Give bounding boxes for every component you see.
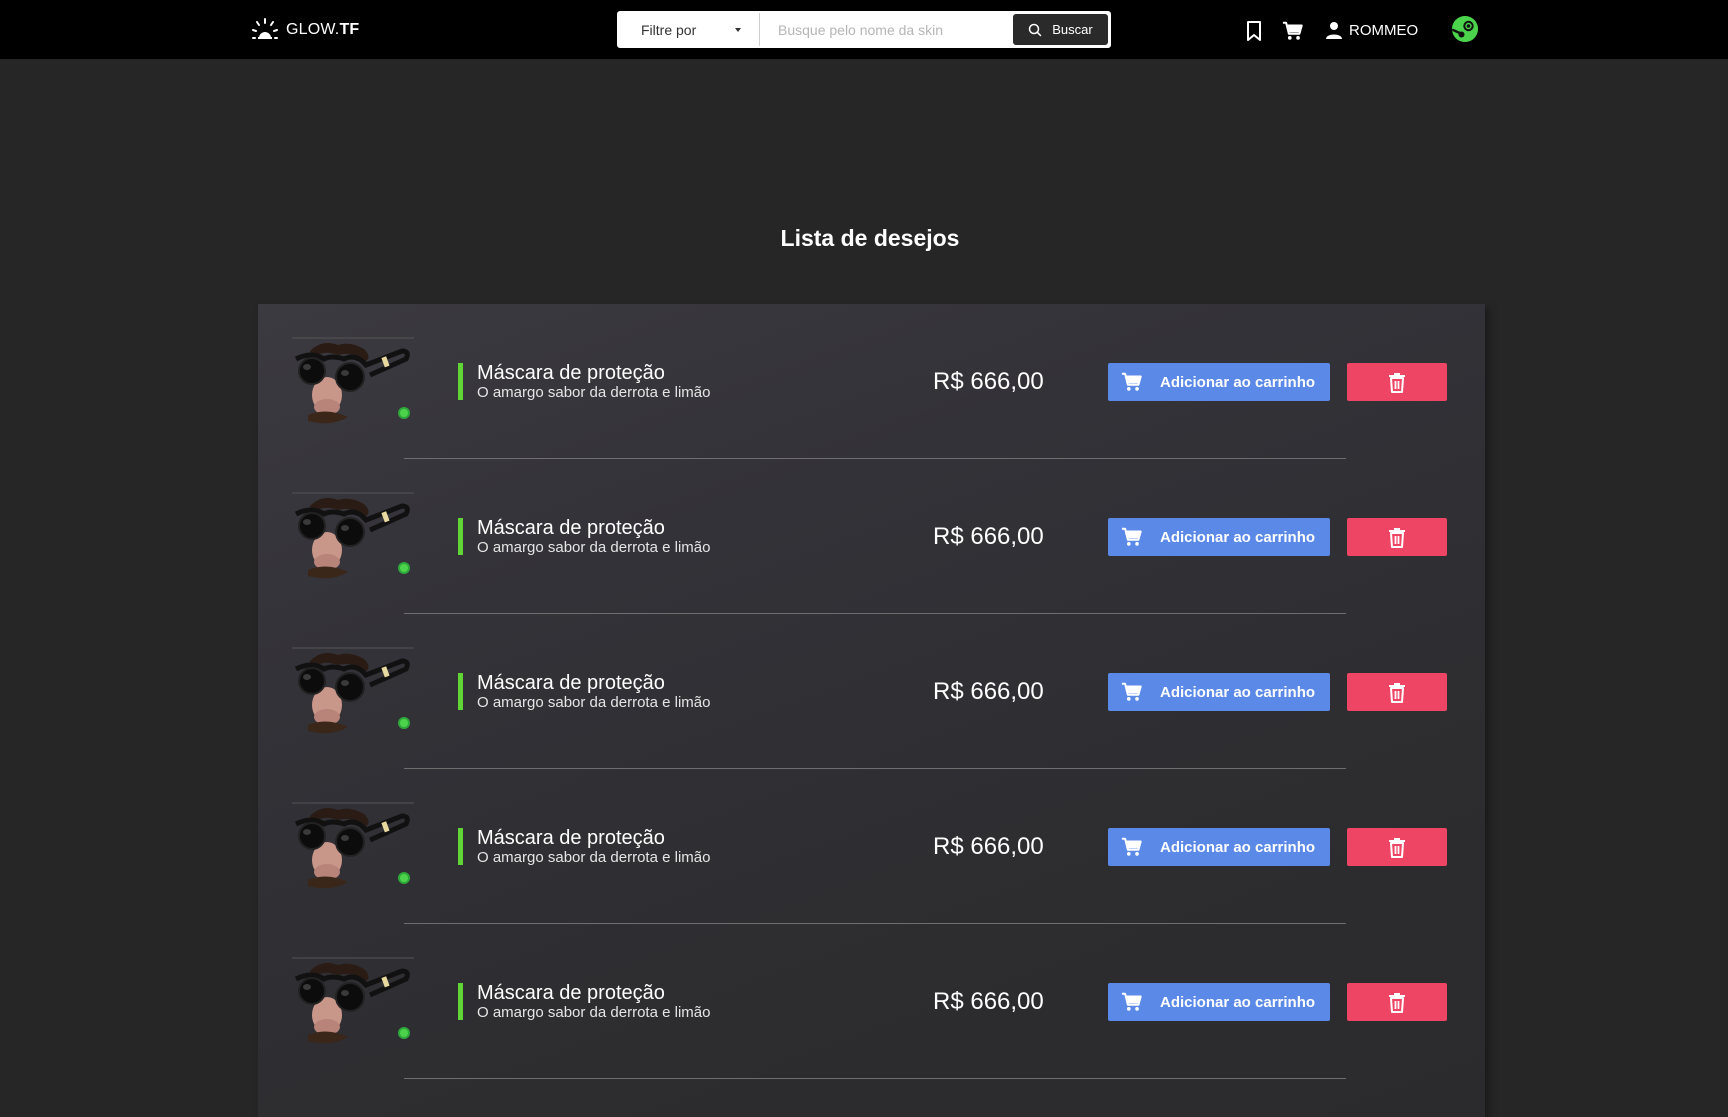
chevron-down-icon	[735, 28, 741, 32]
user-icon	[1326, 22, 1342, 39]
add-to-cart-button[interactable]: Adicionar ao carrinho	[1108, 828, 1330, 866]
filter-dropdown[interactable]: Filtre por	[619, 13, 760, 46]
rarity-bar	[458, 983, 463, 1020]
user-menu[interactable]: ROMMEO	[1325, 18, 1418, 42]
item-name[interactable]: Máscara de proteção	[477, 672, 665, 695]
delete-button[interactable]	[1347, 518, 1447, 556]
trash-icon	[1389, 683, 1405, 703]
cart-icon	[1121, 682, 1142, 701]
cart-icon	[1121, 837, 1142, 856]
item-price: R$ 666,00	[933, 678, 1044, 705]
bookmark-icon[interactable]	[1243, 20, 1265, 42]
trash-icon	[1389, 373, 1405, 393]
top-navbar: GLOW.TF Filtre por Buscar ROMMEO	[0, 0, 1728, 59]
add-to-cart-label: Adicionar ao carrinho	[1160, 683, 1316, 701]
item-thumbnail[interactable]	[292, 802, 416, 892]
delete-button[interactable]	[1347, 828, 1447, 866]
add-to-cart-label: Adicionar ao carrinho	[1160, 373, 1316, 391]
wishlist-item: Máscara de proteção O amargo sabor da de…	[258, 924, 1485, 1079]
trash-icon	[1389, 838, 1405, 858]
item-name[interactable]: Máscara de proteção	[477, 362, 665, 385]
add-to-cart-label: Adicionar ao carrinho	[1160, 838, 1316, 856]
search-icon	[1029, 23, 1042, 36]
delete-button[interactable]	[1347, 983, 1447, 1021]
logo[interactable]: GLOW.TF	[250, 14, 359, 46]
search-button[interactable]: Buscar	[1013, 14, 1108, 45]
search-input[interactable]	[760, 13, 1013, 46]
item-thumbnail[interactable]	[292, 647, 416, 737]
wishlist-item: Máscara de proteção O amargo sabor da de…	[258, 459, 1485, 614]
trash-icon	[1389, 528, 1405, 548]
item-subtitle: O amargo sabor da derrota e limão	[477, 694, 711, 711]
wishlist-item: Máscara de proteção O amargo sabor da de…	[258, 614, 1485, 769]
wishlist-item: Máscara de proteção O amargo sabor da de…	[258, 769, 1485, 924]
add-to-cart-button[interactable]: Adicionar ao carrinho	[1108, 518, 1330, 556]
cart-icon[interactable]	[1282, 20, 1304, 42]
item-price: R$ 666,00	[933, 523, 1044, 550]
cart-icon	[1121, 527, 1142, 546]
add-to-cart-button[interactable]: Adicionar ao carrinho	[1108, 363, 1330, 401]
rarity-bar	[458, 673, 463, 710]
delete-button[interactable]	[1347, 363, 1447, 401]
item-price: R$ 666,00	[933, 988, 1044, 1015]
search-button-label: Buscar	[1052, 22, 1093, 37]
item-subtitle: O amargo sabor da derrota e limão	[477, 849, 711, 866]
item-name[interactable]: Máscara de proteção	[477, 517, 665, 540]
wishlist-panel: Máscara de proteção O amargo sabor da de…	[258, 304, 1485, 1117]
item-subtitle: O amargo sabor da derrota e limão	[477, 539, 711, 556]
add-to-cart-label: Adicionar ao carrinho	[1160, 993, 1316, 1011]
item-subtitle: O amargo sabor da derrota e limão	[477, 384, 711, 401]
page-title: Lista de desejos	[780, 225, 960, 251]
item-price: R$ 666,00	[933, 368, 1044, 395]
rarity-bar	[458, 518, 463, 555]
item-thumbnail[interactable]	[292, 957, 416, 1047]
item-thumbnail[interactable]	[292, 337, 416, 427]
search-bar: Filtre por Buscar	[617, 11, 1111, 48]
cart-icon	[1121, 372, 1142, 391]
wishlist-item: Máscara de proteção O amargo sabor da de…	[258, 304, 1485, 459]
add-to-cart-button[interactable]: Adicionar ao carrinho	[1108, 673, 1330, 711]
item-name[interactable]: Máscara de proteção	[477, 982, 665, 1005]
add-to-cart-label: Adicionar ao carrinho	[1160, 528, 1316, 546]
add-to-cart-button[interactable]: Adicionar ao carrinho	[1108, 983, 1330, 1021]
cart-icon	[1121, 992, 1142, 1011]
item-divider	[404, 1078, 1346, 1079]
logo-text: GLOW.TF	[286, 21, 360, 38]
item-name[interactable]: Máscara de proteção	[477, 827, 665, 850]
delete-button[interactable]	[1347, 673, 1447, 711]
filter-label: Filtre por	[641, 21, 697, 38]
trash-icon	[1389, 993, 1405, 1013]
username: ROMMEO	[1349, 21, 1419, 39]
sun-logo-icon	[252, 18, 278, 39]
item-thumbnail[interactable]	[292, 492, 416, 582]
item-price: R$ 666,00	[933, 833, 1044, 860]
steam-icon[interactable]	[1452, 16, 1478, 42]
rarity-bar	[458, 828, 463, 865]
item-subtitle: O amargo sabor da derrota e limão	[477, 1004, 711, 1021]
rarity-bar	[458, 363, 463, 400]
